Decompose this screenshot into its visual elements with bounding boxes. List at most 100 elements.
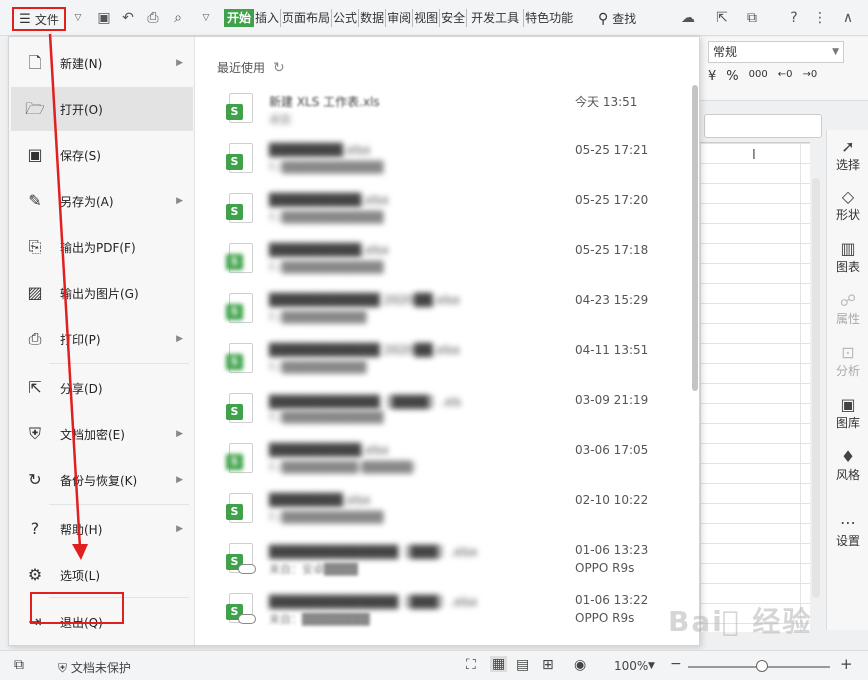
menu-export-image[interactable]: ▨ 输出为图片(G) <box>11 273 193 313</box>
menu-save-as[interactable]: ✎ 另存为(A) ▶ <box>11 181 193 221</box>
eye-protection-icon[interactable]: ◉ <box>574 657 586 673</box>
recent-file-path: F:/████████████ <box>269 161 384 174</box>
menu-save-as-label: 另存为(A) <box>60 194 114 209</box>
help-icon[interactable]: ? <box>786 10 802 26</box>
xls-file-icon: S <box>226 93 253 123</box>
recent-file-row[interactable]: S 新建 XLS 工作表.xls 桌面 今天 13:51 <box>209 83 687 133</box>
tab-developer[interactable]: 开发工具 <box>467 9 525 27</box>
doc-protect-button[interactable]: ⛨ 文档未保护 <box>58 659 131 676</box>
side-style[interactable]: ♦ 风格 <box>827 448 868 483</box>
print-icon[interactable]: ⎙ <box>145 10 161 26</box>
menu-help[interactable]: ? 帮助(H) ▶ <box>11 509 193 549</box>
side-settings[interactable]: ⋯ 设置 <box>827 514 868 549</box>
menu-backup-label: 备份与恢复(K) <box>60 473 138 488</box>
spreadsheet-badge-icon: S <box>226 504 243 520</box>
recent-file-row[interactable]: S ████████████【████】.xls F:/████████████… <box>209 383 687 433</box>
tab-view[interactable]: 视图 <box>413 9 441 27</box>
scrollbar-track[interactable] <box>812 178 820 598</box>
collapse-ribbon-icon[interactable]: ∧ <box>840 10 856 26</box>
recent-file-row[interactable]: S ██████████████【███】.xlsx 来自：████████ 0… <box>209 583 687 633</box>
share-icon[interactable]: ⇱ <box>714 10 730 26</box>
undo-icon[interactable]: ↶ <box>120 10 136 26</box>
menu-options[interactable]: ⚙ 选项(L) <box>11 555 193 595</box>
recent-file-row[interactable]: S ████████.xlsx F:/████████████ 05-25 17… <box>209 133 687 183</box>
export-icon[interactable]: ⧉ <box>744 10 760 26</box>
xls-file-icon: S <box>226 493 253 523</box>
menu-open[interactable]: 🗁 打开(O) <box>11 87 193 131</box>
more-options-icon[interactable]: ⋮ <box>812 10 828 26</box>
menu-print[interactable]: ⎙ 打印(P) ▶ <box>11 319 193 359</box>
side-gallery[interactable]: ▣ 图库 <box>827 396 868 431</box>
tab-review[interactable]: 审阅 <box>386 9 414 27</box>
side-properties[interactable]: ☍ 属性 <box>827 292 868 327</box>
tab-start[interactable]: 开始 <box>224 9 255 27</box>
formula-bar-input[interactable] <box>704 114 822 138</box>
file-menu-button[interactable]: ☰ 文件 <box>12 7 66 31</box>
print-icon: ⎙ <box>28 329 42 348</box>
percent-button[interactable]: % <box>726 69 738 84</box>
recent-file-row[interactable]: S ████████████ 2020██.xlsx F:/██████████… <box>209 283 687 333</box>
menu-share[interactable]: ⇱ 分享(D) <box>11 368 193 408</box>
decrease-decimal-icon[interactable]: →0 <box>802 69 817 84</box>
recent-file-row[interactable]: S ██████████.xlsx F:/████████████ 05-25 … <box>209 183 687 233</box>
zoom-slider-handle[interactable] <box>756 660 768 672</box>
recent-file-row[interactable]: S ████████.xlsx F:/████████████ 02-10 10… <box>209 483 687 533</box>
side-analysis-label: 分析 <box>835 364 860 378</box>
page-break-icon[interactable]: ⊞ <box>542 657 554 673</box>
side-shape[interactable]: ◇ 形状 <box>827 188 868 223</box>
spreadsheet-grid[interactable] <box>700 142 810 632</box>
side-panel: ➚ 选择 ◇ 形状 ▥ 图表 ☍ 属性 ⊡ 分析 ▣ 图库 ♦ 风格 ⋯ 设置 <box>826 130 868 630</box>
side-chart[interactable]: ▥ 图表 <box>827 240 868 275</box>
layout-icon[interactable]: ⧉ <box>14 657 24 673</box>
recent-file-row[interactable]: S ████████████ 2020██.xlsx F:/██████████… <box>209 333 687 383</box>
tab-special[interactable]: 特色功能 <box>524 9 574 27</box>
tab-page-layout[interactable]: 页面布局 <box>281 9 333 27</box>
tab-security[interactable]: 安全 <box>440 9 468 27</box>
xls-file-icon: S <box>226 193 253 223</box>
search-button[interactable]: ⚲ 查找 <box>598 10 636 27</box>
menu-backup[interactable]: ↻ 备份与恢复(K) ▶ <box>11 460 193 500</box>
menu-save[interactable]: ▣ 保存(S) <box>11 135 193 175</box>
currency-icon[interactable]: ¥ <box>708 69 716 84</box>
menu-encrypt-label: 文档加密(E) <box>60 427 125 442</box>
page-view-icon[interactable]: ▤ <box>516 657 529 673</box>
refresh-icon[interactable]: ↻ <box>273 60 285 76</box>
zoom-dropdown-icon[interactable]: ▼ <box>648 661 655 671</box>
options-highlight-box <box>30 592 124 624</box>
menu-export-pdf[interactable]: ⎘ 输出为PDF(F) <box>11 227 193 267</box>
menu-share-label: 分享(D) <box>60 381 103 396</box>
menu-encrypt[interactable]: ⛨ 文档加密(E) ▶ <box>11 414 193 454</box>
cloud-icon <box>238 564 256 574</box>
recent-file-row[interactable]: S ██████████.xlsx F:/████████████ 05-25 … <box>209 233 687 283</box>
tab-formula[interactable]: 公式 <box>332 9 360 27</box>
tab-data[interactable]: 数据 <box>359 9 387 27</box>
fullscreen-icon[interactable]: ⛶ <box>466 657 476 673</box>
recent-file-row[interactable]: S ██████████████【███】.xlsx 来自：安卓████ 01-… <box>209 533 687 583</box>
side-analysis[interactable]: ⊡ 分析 <box>827 344 868 379</box>
xls-file-icon: S <box>226 393 253 423</box>
tab-insert[interactable]: 插入 <box>254 9 282 27</box>
more-icon[interactable]: ▽ <box>198 10 214 26</box>
recent-list-scrollbar[interactable] <box>692 85 698 391</box>
zoom-out-icon[interactable]: − <box>670 656 682 672</box>
cloud-icon[interactable]: ☁ <box>680 10 696 26</box>
print-preview-icon[interactable]: ⌕ <box>170 10 186 26</box>
menu-export-pdf-label: 输出为PDF(F) <box>60 240 136 255</box>
save-icon[interactable]: ▣ <box>96 10 112 26</box>
increase-decimal-icon[interactable]: ←0 <box>778 69 793 84</box>
normal-view-icon[interactable]: ▦ <box>490 656 508 672</box>
menu-new[interactable]: 🗋 新建(N) ▶ <box>11 43 193 83</box>
recent-file-date: 03-09 21:19 <box>575 393 649 407</box>
menu-save-label: 保存(S) <box>60 148 101 163</box>
xls-file-icon: S <box>226 593 256 624</box>
arrow-right-icon: ▶ <box>176 334 183 344</box>
zoom-level[interactable]: 100% <box>614 659 648 673</box>
sheet-vertical-scrollbar[interactable] <box>810 178 822 598</box>
number-format-select[interactable]: 常规 ▼ <box>708 41 844 63</box>
recent-file-row[interactable]: S ██████████.xlsx F:/█████████/██████/ 0… <box>209 433 687 483</box>
thousand-separator-button[interactable]: 000 <box>749 69 768 84</box>
side-select[interactable]: ➚ 选择 <box>827 138 868 173</box>
menu-new-label: 新建(N) <box>60 56 103 71</box>
zoom-in-icon[interactable]: + <box>840 655 853 673</box>
chevron-down-icon[interactable]: ▽ <box>70 10 86 26</box>
